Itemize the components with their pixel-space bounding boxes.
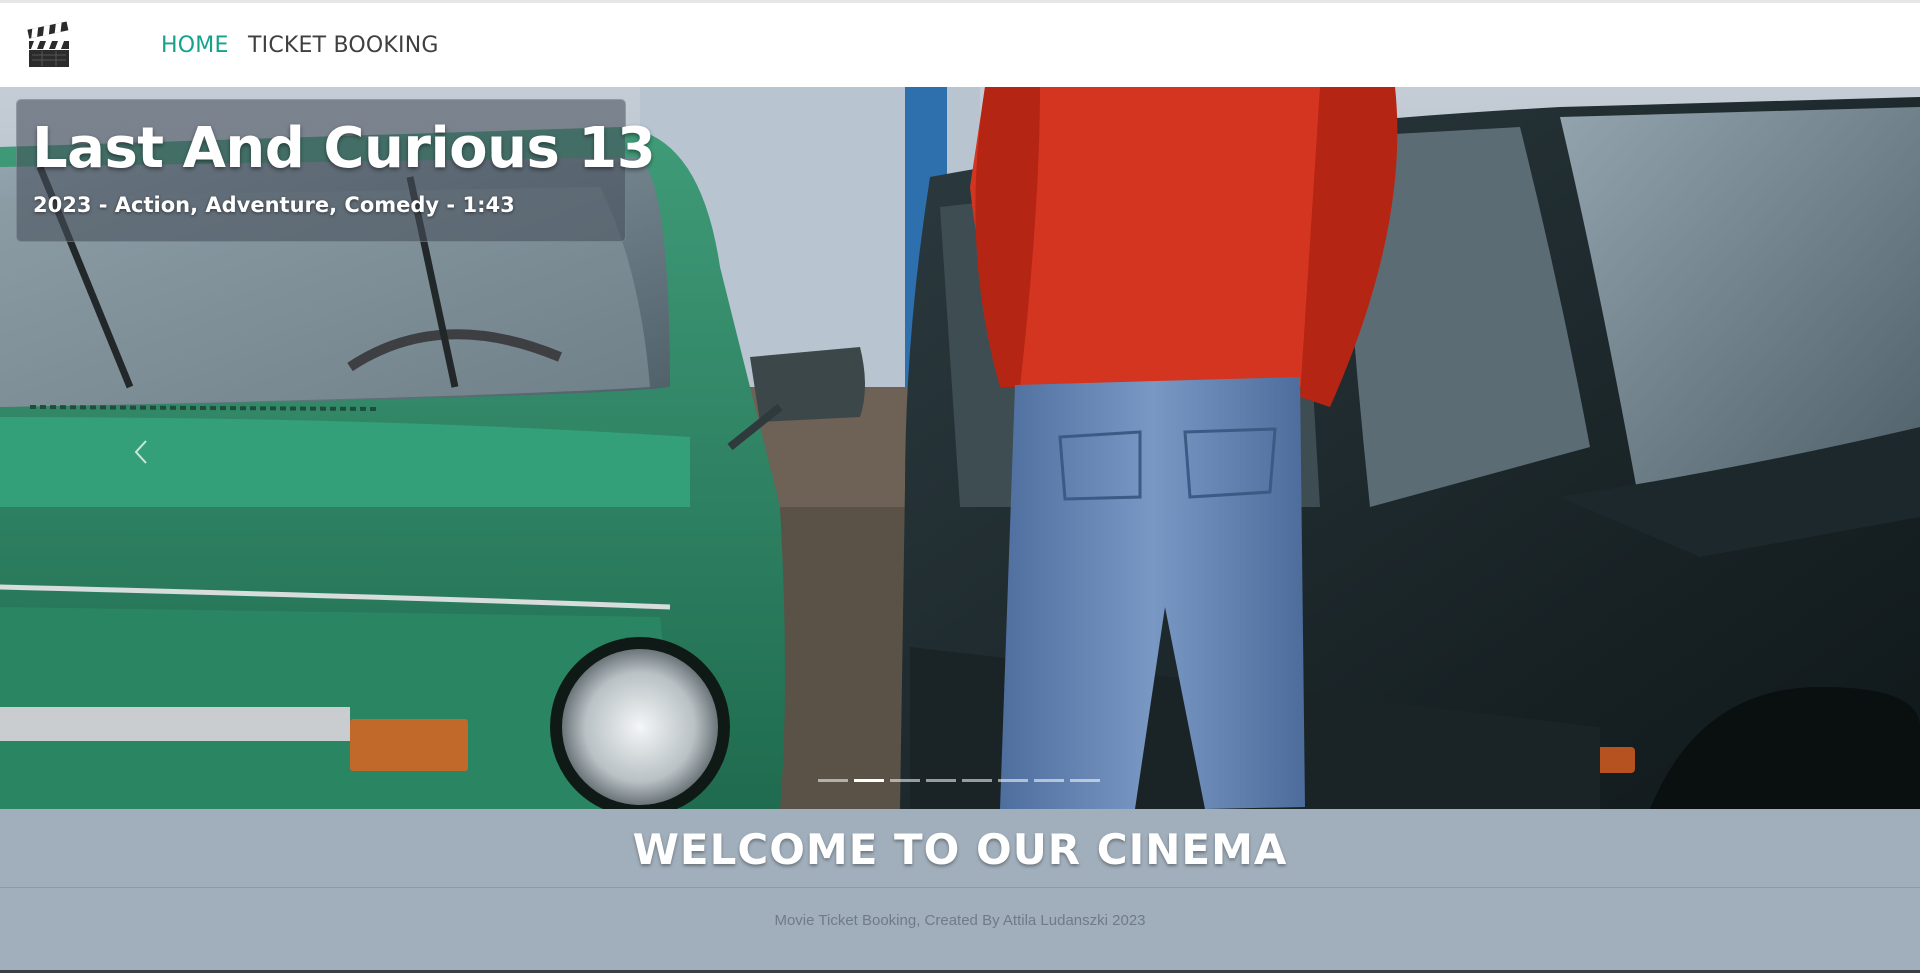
footer-credit: Movie Ticket Booking, Created By Attila …: [774, 912, 1146, 929]
slide-subtitle: 2023 - Action, Adventure, Comedy - 1:43: [33, 193, 515, 217]
carousel-indicator[interactable]: [818, 779, 848, 782]
welcome-heading: WELCOME TO OUR CINEMA: [632, 825, 1288, 874]
carousel-indicator[interactable]: [1034, 779, 1064, 782]
welcome-section: WELCOME TO OUR CINEMA Movie Ticket Booki…: [0, 809, 1920, 973]
hero-carousel: Last And Curious 13 2023 - Action, Adven…: [0, 87, 1920, 809]
chevron-left-icon: [134, 440, 147, 464]
carousel-prev-button[interactable]: [120, 417, 164, 487]
carousel-indicator[interactable]: [962, 779, 992, 782]
carousel-indicator[interactable]: [1070, 779, 1100, 782]
nav-ticket-booking-link[interactable]: TICKET BOOKING: [248, 33, 439, 58]
nav-home-link[interactable]: HOME: [161, 33, 229, 58]
carousel-indicator[interactable]: [854, 779, 884, 782]
slide-title: Last And Curious 13: [32, 116, 656, 181]
carousel-indicator[interactable]: [890, 779, 920, 782]
clapperboard-icon[interactable]: [26, 21, 72, 69]
carousel-indicator[interactable]: [926, 779, 956, 782]
divider: [0, 887, 1920, 888]
carousel-indicators: [818, 779, 1100, 785]
navbar: HOME TICKET BOOKING: [0, 3, 1920, 87]
carousel-indicator[interactable]: [998, 779, 1028, 782]
slide-caption: Last And Curious 13 2023 - Action, Adven…: [16, 99, 656, 242]
